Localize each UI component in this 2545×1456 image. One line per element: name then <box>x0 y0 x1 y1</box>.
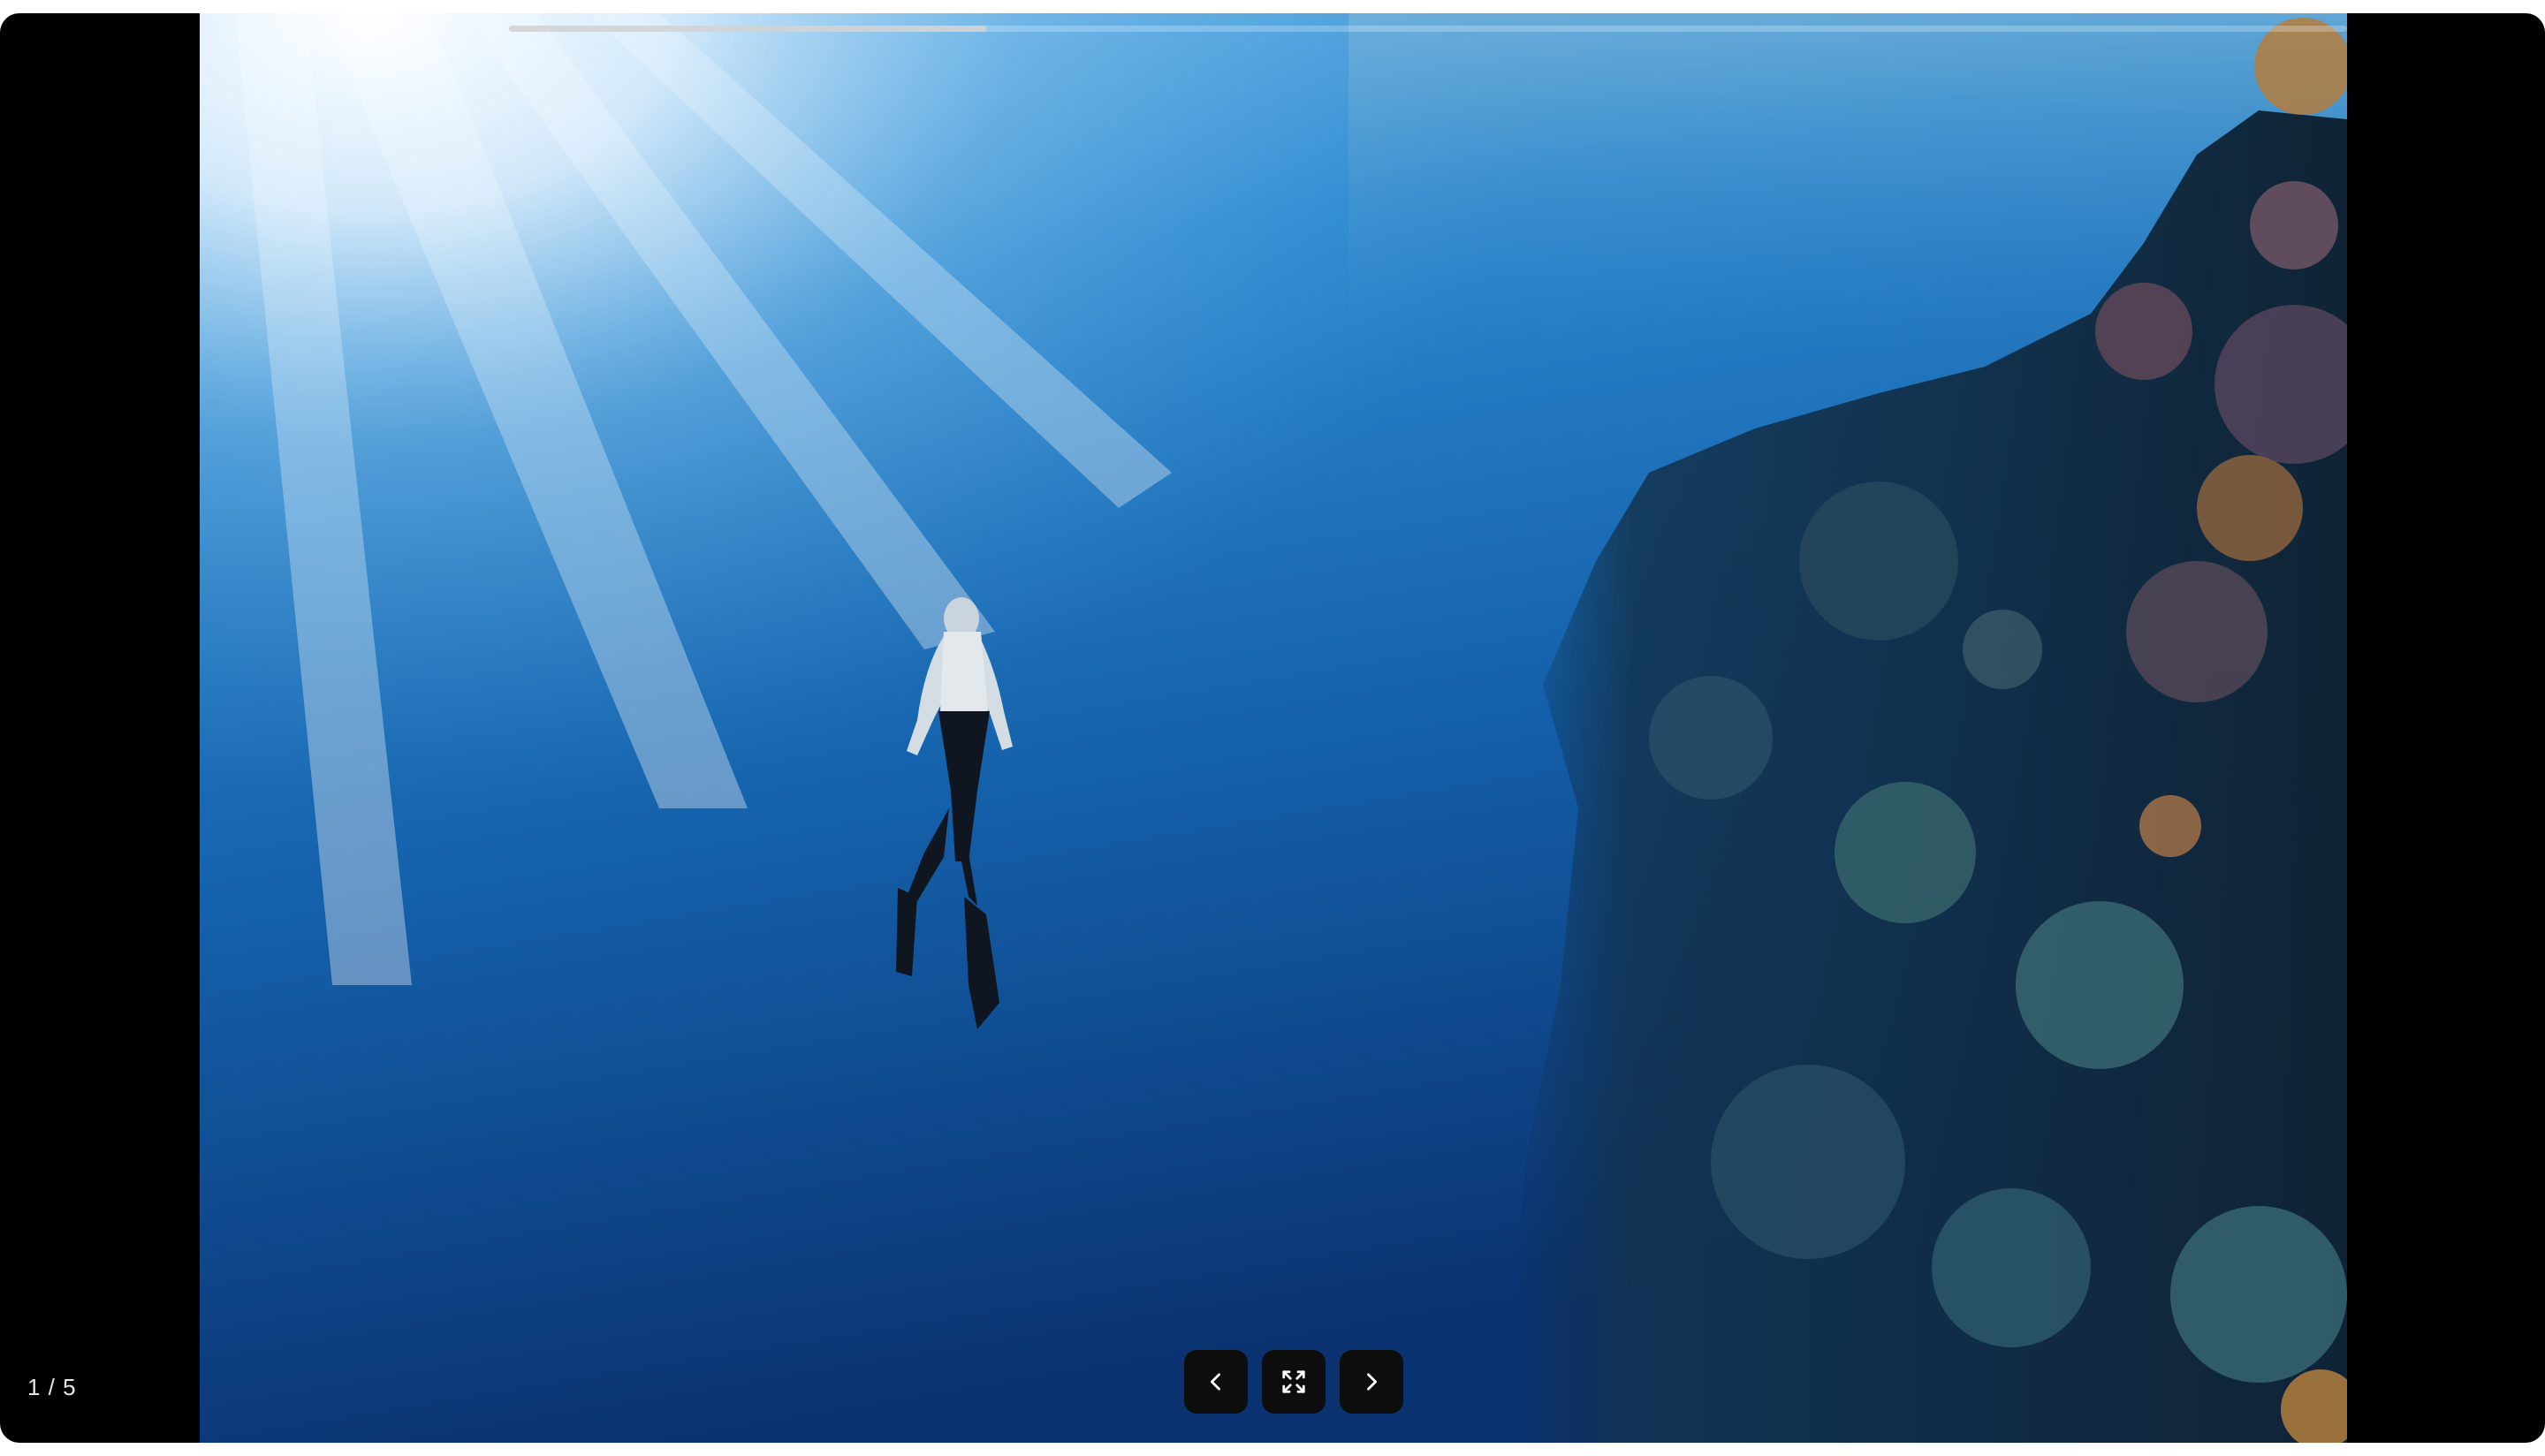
previous-button[interactable] <box>1184 1350 1248 1414</box>
image-viewer: 1 / 5 <box>0 13 2545 1443</box>
slide-image <box>200 13 2347 1443</box>
chevron-left-icon <box>1210 1373 1220 1391</box>
viewer-controls <box>1184 1350 1403 1414</box>
expand-icon <box>1282 1370 1305 1393</box>
slide-progress-bar <box>509 26 2347 32</box>
chevron-right-icon <box>1367 1373 1378 1391</box>
slide-counter: 1 / 5 <box>27 1374 77 1400</box>
fullscreen-button[interactable] <box>1262 1350 1326 1414</box>
next-button[interactable] <box>1340 1350 1403 1414</box>
slide-progress-fill <box>509 26 987 32</box>
